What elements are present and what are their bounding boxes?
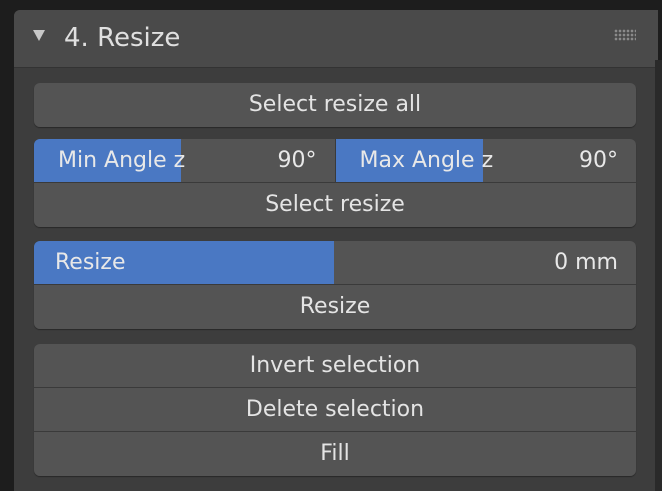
- panel-header[interactable]: 4. Resize: [14, 10, 658, 68]
- resize-button[interactable]: Resize: [34, 285, 636, 329]
- min-angle-field[interactable]: Min Angle z 90°: [34, 139, 335, 182]
- angle-group: Min Angle z 90° Max Angle z 90° Select r…: [34, 139, 636, 227]
- max-angle-field[interactable]: Max Angle z 90°: [334, 139, 636, 182]
- invert-selection-button[interactable]: Invert selection: [34, 344, 636, 388]
- drag-grip-icon[interactable]: [614, 29, 636, 41]
- resize-row: Resize 0 mm: [34, 241, 636, 285]
- selection-group: Invert selection Delete selection Fill: [34, 344, 636, 476]
- region-scrollbar[interactable]: [655, 60, 662, 491]
- fill-button[interactable]: Fill: [34, 432, 636, 476]
- triangle-down-icon[interactable]: [33, 30, 45, 41]
- select-resize-all-button[interactable]: Select resize all: [34, 83, 636, 127]
- panel-title: 4. Resize: [64, 23, 181, 53]
- max-angle-label: Max Angle z: [359, 148, 494, 173]
- select-resize-button[interactable]: Select resize: [34, 183, 636, 227]
- delete-selection-button[interactable]: Delete selection: [34, 388, 636, 432]
- resize-field[interactable]: Resize 0 mm: [34, 241, 636, 284]
- resize-label: Resize: [55, 250, 126, 275]
- resize-value: 0 mm: [554, 250, 618, 275]
- min-angle-value: 90°: [277, 148, 317, 173]
- max-angle-value: 90°: [579, 148, 618, 173]
- resize-group: Resize 0 mm Resize: [34, 241, 636, 329]
- angle-row: Min Angle z 90° Max Angle z 90°: [34, 139, 636, 183]
- min-angle-label: Min Angle z: [58, 148, 186, 173]
- resize-panel: 4. Resize Select resize all Min Angle z …: [14, 10, 658, 491]
- select-resize-all-group: Select resize all: [34, 83, 636, 127]
